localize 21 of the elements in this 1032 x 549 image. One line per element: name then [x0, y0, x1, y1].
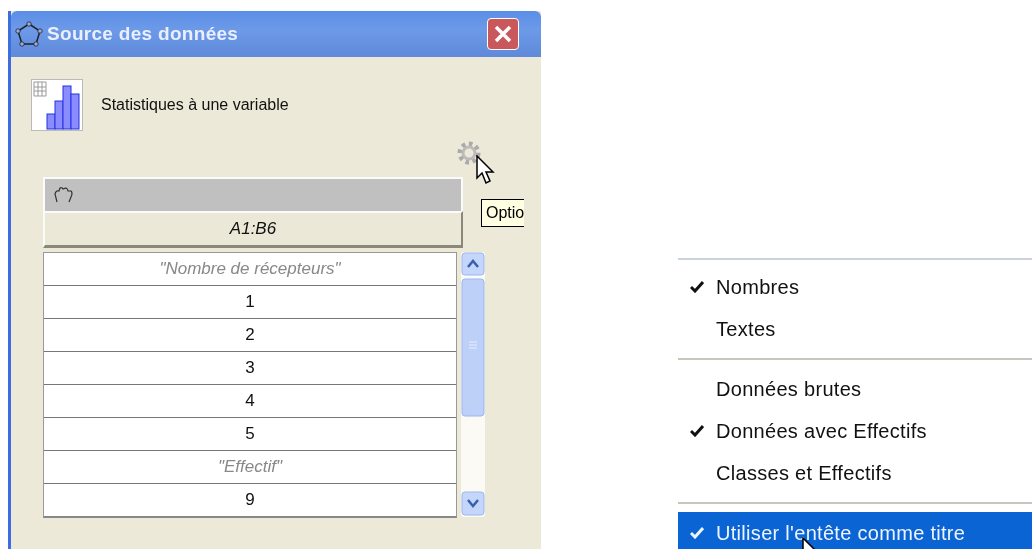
- table-cell: 4: [44, 384, 456, 417]
- gear-icon[interactable]: [456, 140, 482, 166]
- tooltip: Optio: [481, 199, 525, 227]
- menu-item[interactable]: Utiliser l'entête comme titre: [678, 512, 1032, 549]
- table-cell: "Nombre de récepteurs": [44, 253, 456, 285]
- table-cell: 5: [44, 417, 456, 450]
- table-cell: 1: [44, 285, 456, 318]
- table-cell: "Effectif": [44, 450, 456, 483]
- bar-chart-icon: [31, 79, 83, 131]
- scrollbar[interactable]: [461, 252, 485, 517]
- pentagon-icon: [15, 21, 43, 47]
- hand-icon: [53, 186, 75, 204]
- range-cell: A1:B6: [43, 211, 463, 248]
- analysis-label: Statistiques à une variable: [101, 96, 289, 114]
- mouse-pointer-icon: [476, 155, 496, 185]
- table-cell: 2: [44, 318, 456, 351]
- table-cell: 3: [44, 351, 456, 384]
- close-icon: [494, 25, 512, 43]
- close-button[interactable]: [487, 18, 519, 50]
- table-cell: 9: [44, 483, 456, 516]
- window-title: Source des données: [47, 23, 240, 45]
